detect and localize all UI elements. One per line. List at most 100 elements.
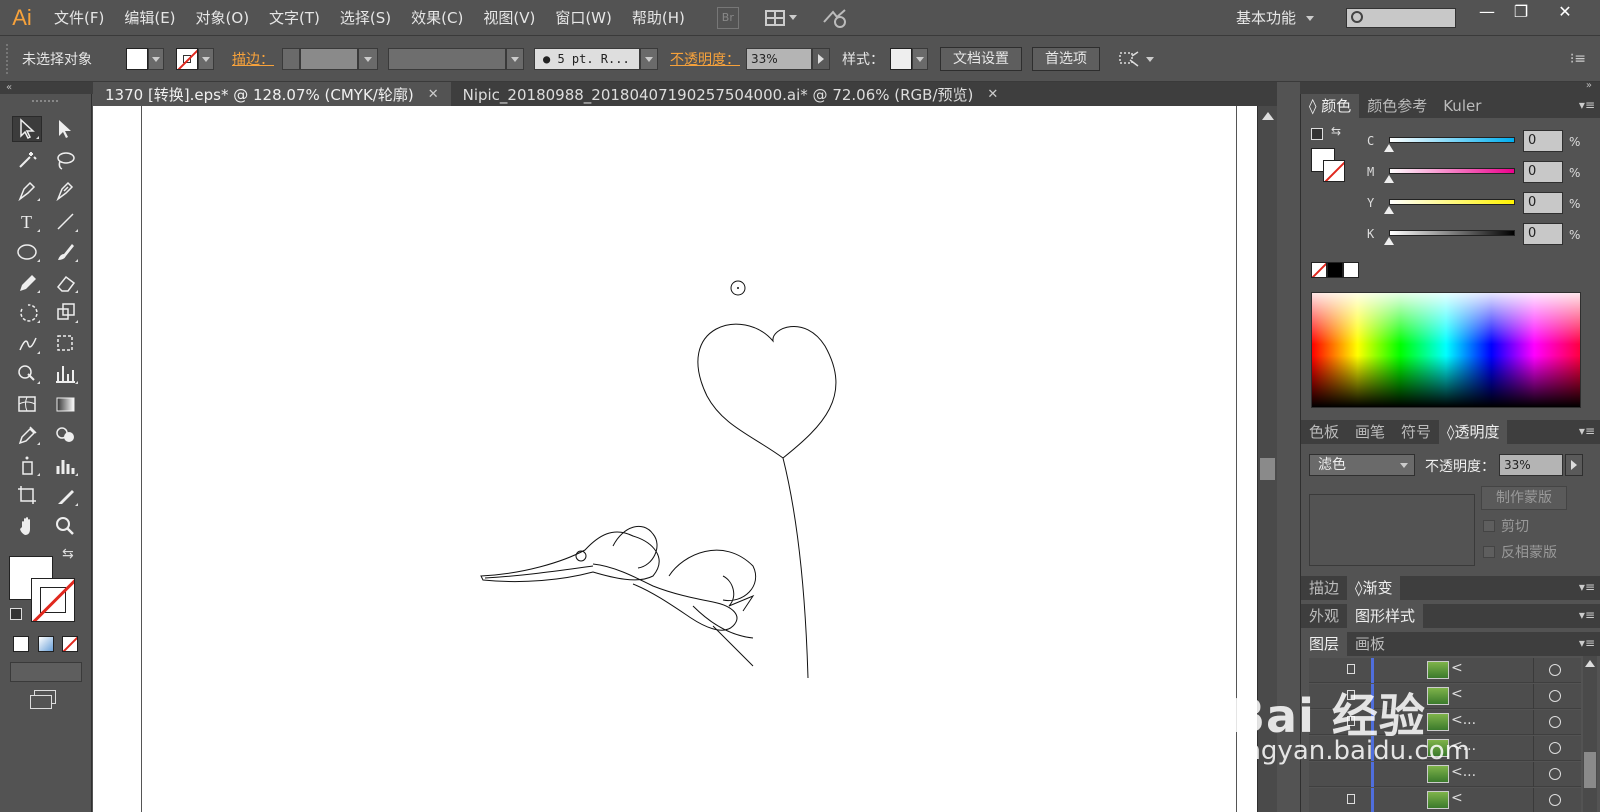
stroke-label[interactable]: 描边： [232,49,274,69]
type-tool[interactable]: T [12,208,42,234]
help-search-input[interactable] [1346,8,1456,28]
fill-dropdown[interactable] [148,48,164,70]
variable-width-dropdown[interactable] [506,48,524,70]
graph-tool[interactable] [50,360,80,386]
isolate-mode-button[interactable] [1118,50,1154,68]
swap-colors-icon[interactable]: ⇆ [62,546,74,562]
stroke-weight-field[interactable] [300,48,358,70]
scale-tool[interactable] [50,299,80,325]
panel-menu-icon[interactable]: ▾≡ [1579,608,1595,622]
pencil-tool[interactable] [12,269,42,295]
stroke-weight-dropdown[interactable] [358,48,378,70]
opacity-label[interactable]: 不透明度： [670,49,740,69]
preferences-button[interactable]: 首选项 [1032,47,1100,71]
default-colors-icon[interactable] [1311,128,1323,140]
stroke-weight-stepper[interactable] [282,48,300,70]
artwork-outline[interactable] [93,106,1275,812]
target-icon[interactable] [1549,768,1561,780]
tab-color-guide[interactable]: 颜色参考 [1359,94,1435,118]
tab-layers[interactable]: 图层 [1301,632,1348,656]
direct-selection-tool[interactable] [50,116,80,142]
arrange-documents-button[interactable] [764,9,797,26]
target-icon[interactable] [1549,716,1561,728]
black-swatch[interactable] [1327,262,1343,278]
slider-track[interactable] [1389,199,1515,205]
lock-icon[interactable] [1347,794,1355,804]
opacity-field[interactable]: 33% [1499,454,1563,476]
tab-transparency[interactable]: ◊透明度 [1439,420,1508,444]
menu-item-0[interactable]: 文件(F) [44,0,114,36]
make-mask-button[interactable]: 制作蒙版 [1481,486,1567,510]
draw-mode-buttons[interactable] [10,662,82,682]
paintbrush-tool[interactable] [50,238,80,264]
slider-thumb[interactable] [1384,144,1394,152]
target-icon[interactable] [1549,742,1561,754]
target-icon[interactable] [1549,690,1561,702]
channel-value-field[interactable]: 0 [1523,192,1563,214]
selection-tool[interactable] [12,116,42,142]
stroke-color-box[interactable] [31,578,75,622]
opacity-arrow[interactable] [1565,454,1583,476]
color-mode-button[interactable] [13,636,29,652]
tab-document-2[interactable]: Nipic_20180988_20180407190257504000.ai* … [451,82,1011,106]
tab-stroke[interactable]: 描边 [1301,576,1347,600]
none-swatch[interactable] [1311,262,1327,278]
line-tool[interactable] [50,208,80,234]
fill-swatch[interactable] [126,48,148,70]
panel-menu-icon[interactable]: ⁝≡ [1570,51,1586,67]
close-icon[interactable]: ✕ [428,87,439,102]
column-graph-tool[interactable] [50,452,80,478]
tab-document-1[interactable]: 1370 [转换].eps* @ 128.07% (CMYK/轮廓) ✕ [93,82,451,106]
zoom-tool[interactable] [50,513,80,539]
layer-row[interactable]: < [1309,788,1581,812]
free-transform-tool[interactable] [50,330,80,356]
tab-swatches[interactable]: 色板 [1301,420,1347,444]
scroll-up-icon[interactable] [1262,112,1274,120]
slider-thumb[interactable] [1384,206,1394,214]
stroke-color-box[interactable] [1323,160,1345,182]
close-icon[interactable]: ✕ [987,87,998,102]
pen-tool[interactable] [12,177,42,203]
swap-colors-icon[interactable]: ⇆ [1331,124,1341,138]
brush-dropdown[interactable] [640,48,658,70]
bridge-button[interactable]: Br [716,6,739,29]
tab-artboards[interactable]: 画板 [1347,632,1393,656]
hand-tool[interactable] [12,513,42,539]
rotate-tool[interactable] [12,299,42,325]
eraser-tool[interactable] [50,269,80,295]
white-swatch[interactable] [1343,262,1359,278]
lock-icon[interactable] [1347,664,1355,674]
expand-icon[interactable]: » [1586,80,1592,91]
tab-appearance[interactable]: 外观 [1301,604,1347,628]
menu-item-6[interactable]: 视图(V) [473,0,545,36]
grip-handle[interactable] [32,100,58,104]
panel-menu-icon[interactable]: ▾≡ [1579,424,1595,438]
shape-builder-tool[interactable] [12,360,42,386]
tab-brushes[interactable]: 画笔 [1347,420,1393,444]
gradient-mode-button[interactable] [38,636,54,652]
eyedropper-tool[interactable] [12,421,42,447]
channel-value-field[interactable]: 0 [1523,130,1563,152]
collapse-icon[interactable]: « [6,82,12,93]
slider-track[interactable] [1389,168,1515,174]
panel-menu-icon[interactable]: ▾≡ [1579,636,1595,650]
default-colors-icon[interactable] [10,608,22,620]
scroll-thumb[interactable] [1260,458,1275,480]
tab-symbols[interactable]: 符号 [1393,420,1439,444]
menu-item-7[interactable]: 窗口(W) [545,0,622,36]
slider-track[interactable] [1389,230,1515,236]
none-mode-button[interactable] [62,636,78,652]
scroll-up-icon[interactable] [1585,660,1595,667]
workspace-switcher[interactable]: 基本功能 [1236,0,1315,36]
minimize-button[interactable]: — [1470,0,1504,26]
channel-value-field[interactable]: 0 [1523,161,1563,183]
mesh-tool[interactable] [12,391,42,417]
grip-handle[interactable] [6,44,12,74]
target-icon[interactable] [1549,664,1561,676]
menu-item-4[interactable]: 选择(S) [330,0,401,36]
stroke-dropdown[interactable] [198,48,214,70]
warp-tool[interactable] [12,330,42,356]
document-setup-button[interactable]: 文档设置 [940,47,1022,71]
opacity-field[interactable]: 33% [746,48,812,70]
screen-mode-button[interactable] [30,690,56,710]
